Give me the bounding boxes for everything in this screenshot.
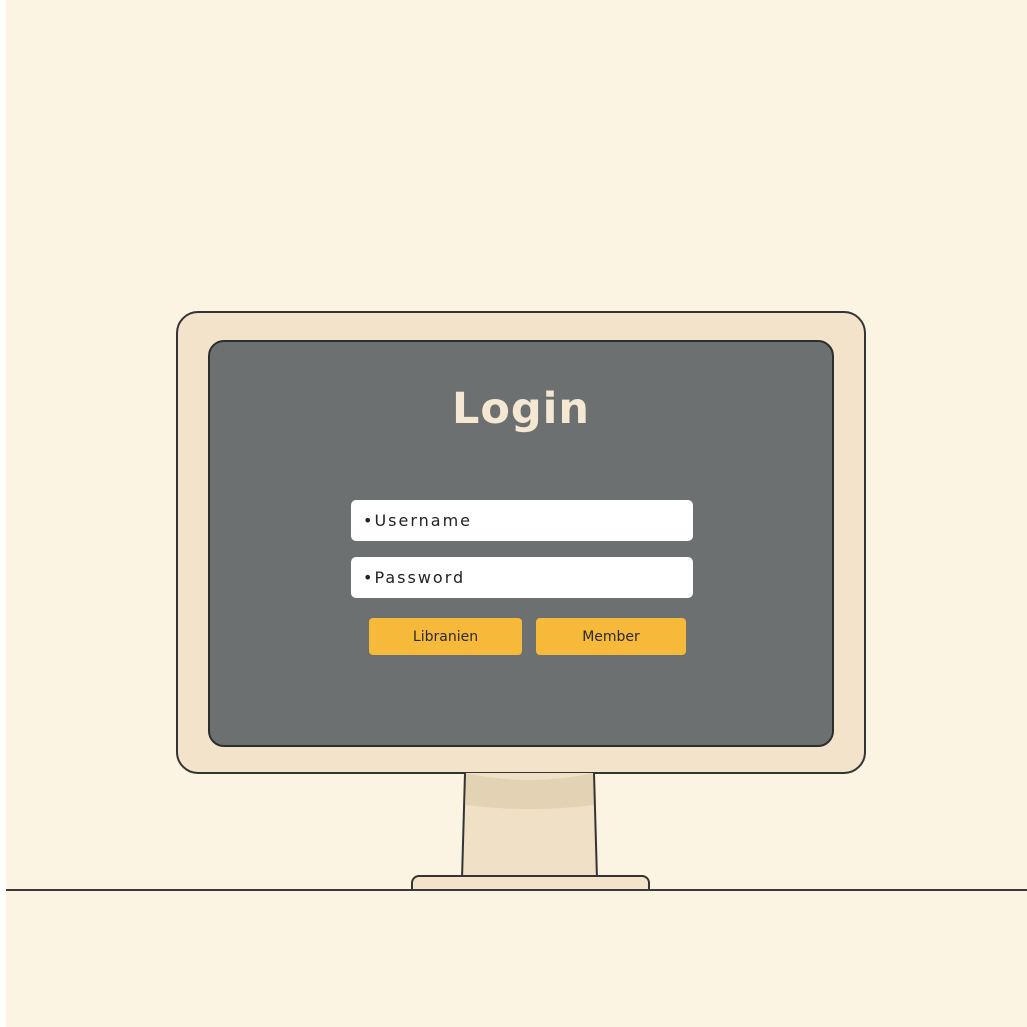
monitor-screen: Login •Username •Password Libranien Memb…: [208, 340, 834, 747]
background-scene: Login •Username •Password Libranien Memb…: [6, 0, 1027, 1027]
monitor-stand-neck: [461, 773, 598, 879]
password-input[interactable]: •Password: [351, 557, 693, 598]
desk-edge-line: [6, 889, 1027, 891]
page-title: Login: [451, 384, 591, 434]
monitor-frame: Login •Username •Password Libranien Memb…: [176, 311, 866, 774]
member-login-button[interactable]: Member: [536, 618, 686, 655]
username-input[interactable]: •Username: [351, 500, 693, 541]
librarian-login-button[interactable]: Libranien: [369, 618, 522, 655]
